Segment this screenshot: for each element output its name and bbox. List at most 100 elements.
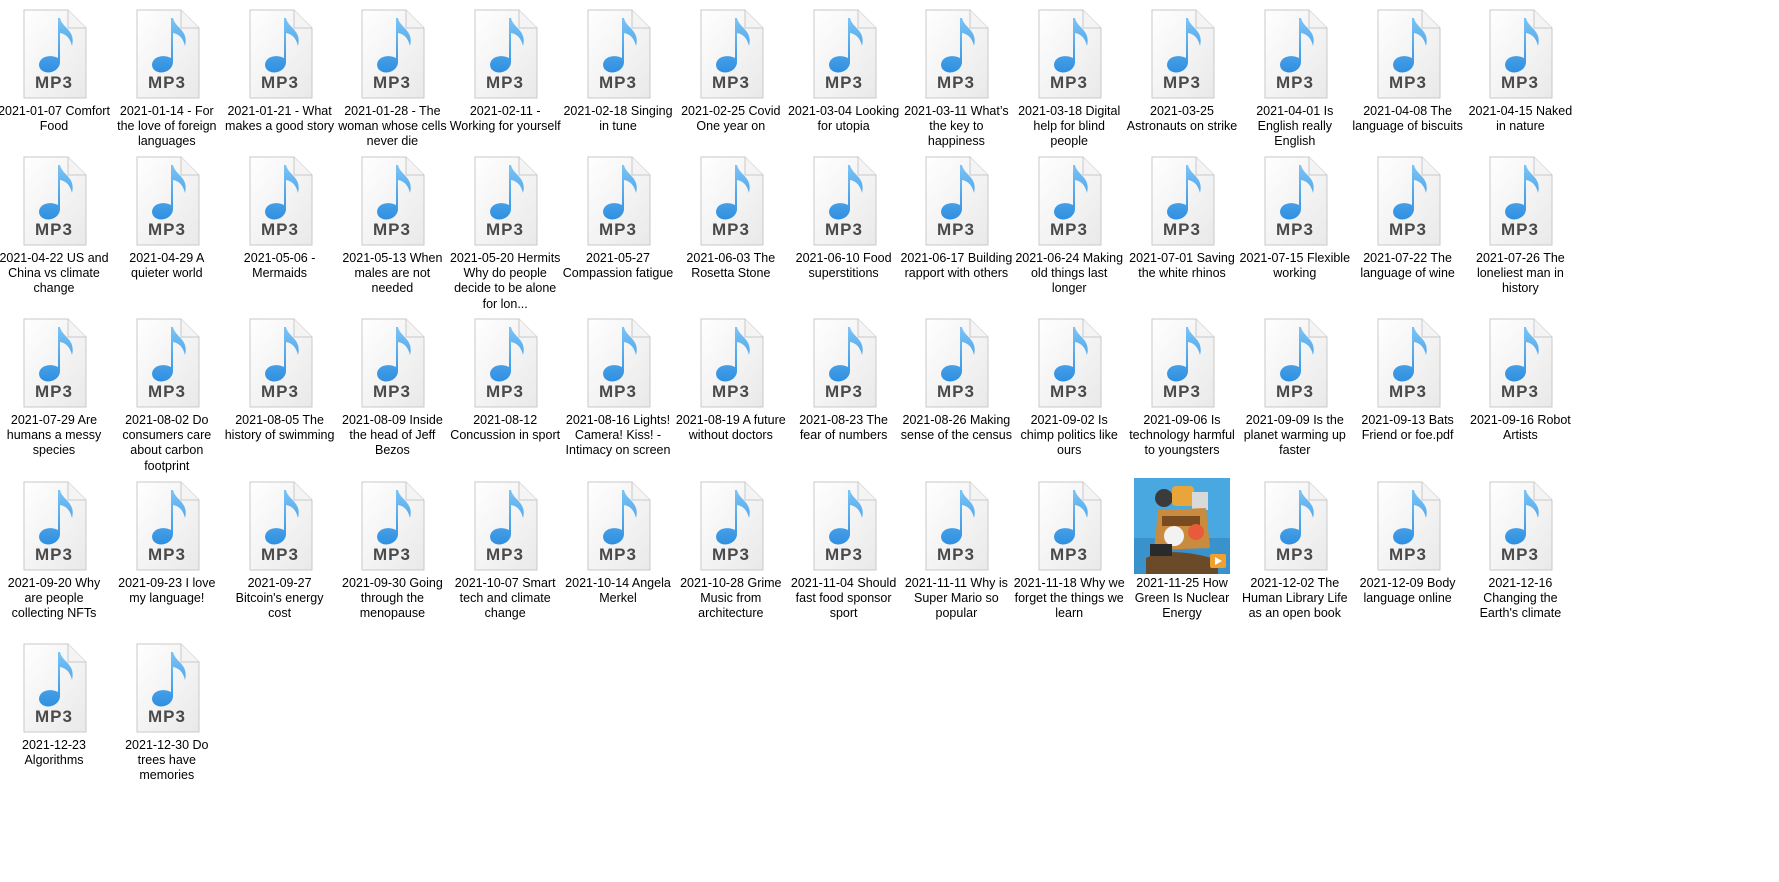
mp3-file-icon: MP3 bbox=[683, 153, 779, 249]
mp3-file-item[interactable]: MP3 2021-09-27 Bitcoin's energy cost bbox=[224, 478, 336, 622]
file-grid: MP3 2021-01-07 Comfort Food MP3 2021-01-… bbox=[0, 0, 1779, 882]
file-name-label: 2021-04-22 US and China vs climate chang… bbox=[0, 251, 109, 296]
mp3-file-item[interactable]: MP3 2021-02-11 - Working for yourself bbox=[449, 6, 561, 134]
mp3-file-icon: MP3 bbox=[683, 6, 779, 102]
mp3-file-item[interactable]: MP3 2021-01-14 - For the love of foreign… bbox=[111, 6, 223, 150]
mp3-file-item[interactable]: MP3 2021-04-22 US and China vs climate c… bbox=[0, 153, 110, 297]
mp3-file-item[interactable]: MP3 2021-07-01 Saving the white rhinos bbox=[1126, 153, 1238, 281]
mp3-file-icon: MP3 bbox=[232, 315, 328, 411]
mp3-file-item[interactable]: MP3 2021-01-28 - The woman whose cells n… bbox=[336, 6, 448, 150]
mp3-file-item[interactable]: MP3 2021-08-26 Making sense of the censu… bbox=[900, 315, 1012, 443]
mp3-file-item[interactable]: MP3 2021-04-15 Naked in nature bbox=[1464, 6, 1576, 134]
mp3-file-item[interactable]: MP3 2021-08-05 The history of swimming bbox=[224, 315, 336, 443]
mp3-file-item[interactable]: MP3 2021-07-15 Flexible working bbox=[1239, 153, 1351, 281]
mp3-file-item[interactable]: MP3 2021-03-18 Digital help for blind pe… bbox=[1013, 6, 1125, 150]
svg-text:MP3: MP3 bbox=[486, 220, 524, 239]
mp3-file-item[interactable]: MP3 2021-05-20 Hermits Why do people dec… bbox=[449, 153, 561, 312]
mp3-file-item[interactable]: MP3 2021-11-04 Should fast food sponsor … bbox=[788, 478, 900, 622]
file-name-label: 2021-02-11 - Working for yourself bbox=[449, 104, 561, 134]
mp3-file-item[interactable]: MP3 2021-08-16 Lights! Camera! Kiss! - I… bbox=[562, 315, 674, 459]
mp3-file-icon: MP3 bbox=[1360, 153, 1456, 249]
mp3-file-item[interactable]: MP3 2021-09-23 I love my language! bbox=[111, 478, 223, 606]
file-name-label: 2021-11-04 Should fast food sponsor spor… bbox=[790, 576, 897, 621]
file-name-label: 2021-08-26 Making sense of the census bbox=[900, 413, 1012, 443]
mp3-file-item[interactable]: MP3 2021-12-23 Algorithms bbox=[0, 640, 110, 768]
mp3-file-icon: MP3 bbox=[119, 640, 215, 736]
mp3-file-item[interactable]: MP3 2021-12-16 Changing the Earth's clim… bbox=[1464, 478, 1576, 622]
mp3-file-icon: MP3 bbox=[1472, 315, 1568, 411]
mp3-file-item[interactable]: MP3 2021-04-01 Is English really English bbox=[1239, 6, 1351, 150]
mp3-file-item[interactable]: MP3 2021-02-25 Covid One year on bbox=[675, 6, 787, 134]
mp3-file-icon: MP3 bbox=[6, 315, 102, 411]
mp3-file-item[interactable]: MP3 2021-05-27 Compassion fatigue bbox=[562, 153, 674, 281]
mp3-file-icon: MP3 bbox=[796, 478, 892, 574]
mp3-file-item[interactable]: MP3 2021-09-02 Is chimp politics like ou… bbox=[1013, 315, 1125, 459]
mp3-file-item[interactable]: MP3 2021-06-03 The Rosetta Stone bbox=[675, 153, 787, 281]
mp3-file-item[interactable]: MP3 2021-10-14 Angela Merkel bbox=[562, 478, 674, 606]
mp3-file-item[interactable]: MP3 2021-12-30 Do trees have memories bbox=[111, 640, 223, 784]
file-name-label: 2021-05-20 Hermits Why do people decide … bbox=[449, 251, 561, 311]
svg-text:MP3: MP3 bbox=[261, 220, 299, 239]
mp3-file-icon: MP3 bbox=[1134, 6, 1230, 102]
mp3-file-item[interactable]: MP3 2021-11-18 Why we forget the things … bbox=[1013, 478, 1125, 622]
mp3-file-item[interactable]: MP3 2021-11-11 Why is Super Mario so pop… bbox=[900, 478, 1012, 622]
file-name-label: 2021-09-27 Bitcoin's energy cost bbox=[235, 576, 324, 621]
svg-text:MP3: MP3 bbox=[1050, 73, 1088, 92]
svg-text:MP3: MP3 bbox=[599, 73, 637, 92]
file-name-label: 2021-07-26 The loneliest man in history bbox=[1476, 251, 1565, 296]
svg-text:MP3: MP3 bbox=[1501, 382, 1539, 401]
mp3-file-item[interactable]: MP3 2021-09-30 Going through the menopau… bbox=[336, 478, 448, 622]
mp3-file-item[interactable]: MP3 2021-06-17 Building rapport with oth… bbox=[900, 153, 1012, 281]
mp3-file-item[interactable]: MP3 2021-03-11 What’s the key to happine… bbox=[900, 6, 1012, 150]
mp3-file-item[interactable]: MP3 2021-07-22 The language of wine bbox=[1352, 153, 1464, 281]
mp3-file-icon: MP3 bbox=[232, 6, 328, 102]
mp3-file-item[interactable]: MP3 2021-08-23 The fear of numbers bbox=[788, 315, 900, 443]
mp3-file-item[interactable]: MP3 2021-09-20 Why are people collecting… bbox=[0, 478, 110, 622]
mp3-file-icon: MP3 bbox=[457, 478, 553, 574]
mp3-file-item[interactable]: MP3 2021-07-26 The loneliest man in hist… bbox=[1464, 153, 1576, 297]
mp3-file-item[interactable]: MP3 2021-04-08 The language of biscuits bbox=[1352, 6, 1464, 134]
file-name-label: 2021-09-06 Is technology harmful to youn… bbox=[1129, 413, 1235, 458]
mp3-file-icon: MP3 bbox=[1247, 478, 1343, 574]
mp3-file-item[interactable]: MP3 2021-01-07 Comfort Food bbox=[0, 6, 110, 134]
mp3-file-item[interactable]: MP3 2021-03-04 Looking for utopia bbox=[788, 6, 900, 134]
mp3-file-item[interactable]: MP3 2021-05-06 - Mermaids bbox=[224, 153, 336, 281]
svg-text:MP3: MP3 bbox=[373, 545, 411, 564]
mp3-file-icon: MP3 bbox=[570, 478, 666, 574]
mp3-file-item[interactable]: MP3 2021-03-25 Astronauts on strike bbox=[1126, 6, 1238, 134]
mp3-file-item[interactable]: MP3 2021-08-19 A future without doctors bbox=[675, 315, 787, 443]
svg-text:MP3: MP3 bbox=[1501, 73, 1539, 92]
svg-text:MP3: MP3 bbox=[35, 545, 73, 564]
mp3-file-item[interactable]: MP3 2021-12-09 Body language online bbox=[1352, 478, 1464, 606]
mp3-file-item[interactable]: MP3 2021-12-02 The Human Library Life as… bbox=[1239, 478, 1351, 622]
svg-text:MP3: MP3 bbox=[35, 220, 73, 239]
file-name-label: 2021-08-16 Lights! Camera! Kiss! - Intim… bbox=[565, 413, 671, 458]
mp3-file-item[interactable]: MP3 2021-08-02 Do consumers care about c… bbox=[111, 315, 223, 474]
mp3-file-item[interactable]: MP3 2021-06-10 Food superstitions bbox=[788, 153, 900, 281]
mp3-file-item[interactable]: MP3 2021-06-24 Making old things last lo… bbox=[1013, 153, 1125, 297]
mp3-file-item[interactable]: MP3 2021-05-13 When males are not needed bbox=[336, 153, 448, 297]
mp3-file-item[interactable]: MP3 2021-04-29 A quieter world bbox=[111, 153, 223, 281]
mp3-file-item[interactable]: MP3 2021-02-18 Singing in tune bbox=[562, 6, 674, 134]
svg-text:MP3: MP3 bbox=[261, 73, 299, 92]
mp3-file-item[interactable]: MP3 2021-09-13 Bats Friend or foe.pdf bbox=[1352, 315, 1464, 443]
mp3-file-icon: MP3 bbox=[683, 315, 779, 411]
svg-text:MP3: MP3 bbox=[148, 545, 186, 564]
file-name-label: 2021-10-14 Angela Merkel bbox=[565, 576, 671, 606]
mp3-file-icon: MP3 bbox=[796, 315, 892, 411]
mp3-file-item[interactable]: MP3 2021-07-29 Are humans a messy specie… bbox=[0, 315, 110, 459]
mp3-file-item[interactable]: MP3 2021-10-07 Smart tech and climate ch… bbox=[449, 478, 561, 622]
file-name-label: 2021-06-03 The Rosetta Stone bbox=[686, 251, 776, 281]
mp3-file-item[interactable]: MP3 2021-09-09 Is the planet warming up … bbox=[1239, 315, 1351, 459]
mp3-file-item[interactable]: MP3 2021-09-16 Robot Artists bbox=[1464, 315, 1576, 443]
mp3-file-item[interactable]: MP3 2021-08-09 Inside the head of Jeff B… bbox=[336, 315, 448, 459]
svg-text:MP3: MP3 bbox=[373, 382, 411, 401]
mp3-file-item[interactable]: MP3 2021-09-06 Is technology harmful to … bbox=[1126, 315, 1238, 459]
svg-text:MP3: MP3 bbox=[148, 73, 186, 92]
mp3-file-item[interactable]: MP3 2021-10-28 Grime Music from architec… bbox=[675, 478, 787, 622]
image-file-item[interactable]: 2021-11-25 How Green Is Nuclear Energy bbox=[1126, 478, 1238, 622]
mp3-file-item[interactable]: MP3 2021-01-21 - What makes a good story bbox=[224, 6, 336, 134]
file-name-label: 2021-09-09 Is the planet warming up fast… bbox=[1243, 413, 1346, 458]
file-name-label: 2021-04-01 Is English really English bbox=[1256, 104, 1334, 149]
mp3-file-item[interactable]: MP3 2021-08-12 Concussion in sport bbox=[449, 315, 561, 443]
